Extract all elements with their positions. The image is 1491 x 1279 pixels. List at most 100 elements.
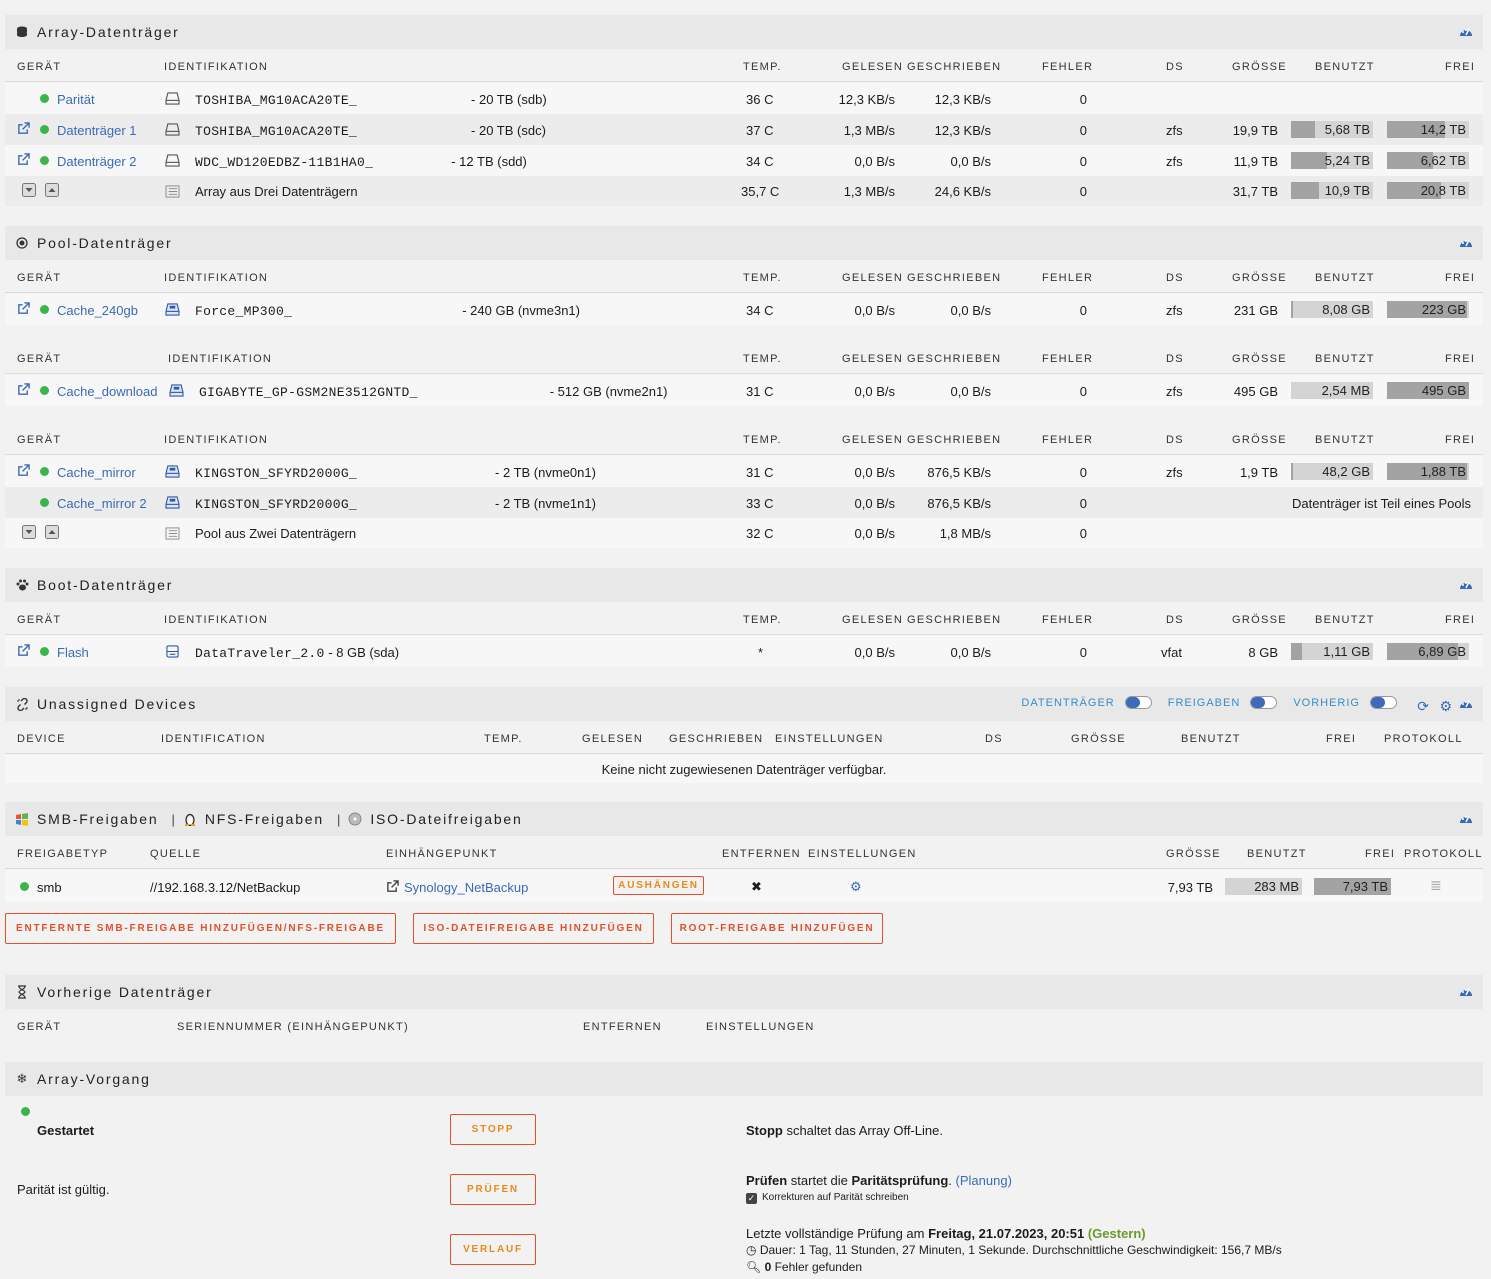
collapse-icon[interactable] — [22, 525, 36, 539]
collapse-icon[interactable] — [22, 183, 36, 197]
external-link-icon[interactable] — [17, 464, 30, 477]
ssd-icon — [165, 496, 180, 509]
history-button[interactable]: VERLAUF — [450, 1234, 536, 1265]
used-bar: 2,54 MB — [1291, 382, 1373, 399]
boot-table-header: GERÄT IDENTIFIKATION TEMP. GELESEN GESCH… — [5, 604, 1483, 635]
identification: Force_MP300_ - 240 GB (nvme3n1) — [195, 303, 580, 319]
array-summary-row: Array aus Drei Datenträgern 35,7 C 1,3 M… — [5, 176, 1483, 206]
table-row: Cache_download GIGABYTE_GP-GSM2NE3512GNT… — [5, 375, 1483, 406]
ssd-icon — [165, 303, 180, 316]
status-dot — [40, 125, 49, 134]
disc-icon — [348, 812, 362, 826]
status-dot — [21, 1107, 30, 1116]
dashboard-icon[interactable] — [1459, 697, 1473, 709]
device-link[interactable]: Cache_240gb — [57, 303, 138, 318]
status-dot — [40, 94, 49, 103]
unassigned-section-title: Unassigned Devices DATENTRÄGER FREIGABEN… — [5, 687, 1483, 721]
device-link[interactable]: Flash — [57, 645, 89, 660]
add-iso-share-button[interactable]: ISO-DATEIFREIGABE HINZUFÜGEN — [413, 913, 654, 944]
log-icon[interactable]: ≣ — [1430, 877, 1442, 894]
external-link-icon[interactable] — [17, 302, 30, 315]
previous-section-title: Vorherige Datenträger — [5, 975, 1483, 1009]
expand-icon[interactable] — [45, 525, 59, 539]
pool-table-header: GERÄT IDENTIFIKATION TEMP. GELESEN GESCH… — [5, 262, 1483, 293]
unmount-button[interactable]: AUSHÄNGEN — [613, 876, 704, 895]
status-dot — [20, 882, 29, 891]
external-link-icon[interactable] — [17, 122, 30, 135]
list-icon — [165, 527, 180, 540]
dashboard-icon[interactable] — [1459, 985, 1473, 997]
array-section-title: Array-Datenträger — [5, 15, 1483, 49]
used-bar: 283 MB — [1225, 878, 1302, 895]
shares-table-header: FREIGABETYP QUELLE EINHÄNGEPUNKT ENTFERN… — [5, 838, 1483, 869]
external-link-icon[interactable] — [17, 153, 30, 166]
dashboard-icon[interactable] — [1459, 578, 1473, 590]
hourglass-icon — [15, 985, 29, 999]
ssd-icon — [169, 384, 184, 397]
remove-icon[interactable]: ✖ — [751, 879, 762, 895]
previous-table-header: GERÄT SERIENNUMMER (EINHÄNGEPUNKT) ENTFE… — [5, 1011, 1483, 1042]
pool-table-header: GERÄT IDENTIFIKATION TEMP. GELESEN GESCH… — [5, 343, 1483, 374]
pool-summary-row: Pool aus Zwei Datenträgern 32 C 0,0 B/s … — [5, 518, 1483, 548]
dashboard-icon[interactable] — [1459, 236, 1473, 248]
array-title: Array-Datenträger — [37, 24, 180, 40]
free-bar: 1,88 TB — [1387, 463, 1469, 480]
toggle-disks[interactable] — [1124, 696, 1152, 709]
device-link[interactable]: Datenträger 1 — [57, 123, 137, 138]
table-row: Datenträger 1 TOSHIBA_MG10ACA20TE_ - 20 T… — [5, 114, 1483, 145]
dashboard-icon[interactable] — [1459, 812, 1473, 824]
identification: WDC_WD120EDBZ-11B1HA0_ - 12 TB (sdd) — [195, 154, 527, 170]
table-row: Datenträger 2 WDC_WD120EDBZ-11B1HA0_ - 12… — [5, 145, 1483, 176]
operation-section-title: ❄ Array-Vorgang — [5, 1062, 1483, 1096]
status-dot — [40, 647, 49, 656]
identification: TOSHIBA_MG10ACA20TE_ - 20 TB (sdb) — [195, 92, 547, 108]
array-table-header: GERÄT IDENTIFIKATION TEMP. GELESEN GESCH… — [5, 51, 1483, 82]
mount-link[interactable]: Synology_NetBackup — [404, 880, 528, 895]
table-row: Parität TOSHIBA_MG10ACA20TE_ - 20 TB (sdb… — [5, 83, 1483, 114]
external-link-icon[interactable] — [17, 383, 30, 396]
add-root-share-button[interactable]: ROOT-FREIGABE HINZUFÜGEN — [671, 913, 883, 944]
add-remote-share-button[interactable]: ENTFERNTE SMB-FREIGABE HINZUFÜGEN/NFS-FR… — [5, 913, 396, 944]
free-bar: 20,8 TB — [1387, 182, 1469, 199]
refresh-icon[interactable]: ⟳ — [1417, 698, 1429, 715]
expand-icon[interactable] — [45, 183, 59, 197]
check-button[interactable]: PRÜFEN — [450, 1174, 536, 1205]
identification: TOSHIBA_MG10ACA20TE_ - 20 TB (sdc) — [195, 123, 546, 139]
free-bar: 6,62 TB — [1387, 152, 1469, 169]
hdd-icon — [165, 154, 180, 167]
table-row: smb //192.168.3.12/NetBackup Synology_Ne… — [5, 870, 1483, 902]
used-bar: 10,9 TB — [1291, 182, 1373, 199]
device-link[interactable]: Cache_mirror 2 — [57, 496, 147, 511]
hdd-icon — [165, 123, 180, 136]
planning-link[interactable]: (Planung) — [956, 1173, 1012, 1188]
stop-button[interactable]: STOPP — [450, 1114, 536, 1145]
table-row: Cache_mirror KINGSTON_SFYRD2000G_ - 2 TB … — [5, 456, 1483, 487]
windows-icon — [15, 812, 29, 826]
unassigned-toggles: DATENTRÄGER FREIGABEN VORHERIG — [1021, 696, 1403, 709]
device-link[interactable]: Cache_mirror — [57, 465, 136, 480]
external-link-icon[interactable] — [386, 880, 399, 893]
ssd-icon — [165, 465, 180, 478]
dashboard-icon[interactable] — [1459, 25, 1473, 37]
used-bar: 1,11 GB — [1291, 643, 1373, 660]
gear-icon[interactable]: ⚙ — [1439, 698, 1452, 715]
parity-correction-checkbox[interactable]: ✓ Korrekturen auf Parität schreiben — [746, 1192, 909, 1204]
table-row: Flash DataTraveler_2.0 - 8 GB (sda) * 0,… — [5, 636, 1483, 667]
settings-gears-icon[interactable]: ⚙ — [850, 879, 862, 895]
device-link[interactable]: Cache_download — [57, 384, 157, 399]
free-bar: 495 GB — [1387, 382, 1469, 399]
pool-table-header: GERÄT IDENTIFIKATION TEMP. GELESEN GESCH… — [5, 424, 1483, 455]
used-bar: 5,68 TB — [1291, 121, 1373, 138]
list-icon — [165, 185, 180, 198]
free-bar: 6,89 GB — [1387, 643, 1469, 660]
search-icon: 🔍︎ — [746, 1260, 762, 1274]
device-link[interactable]: Parität — [57, 92, 95, 107]
identification: DataTraveler_2.0 - 8 GB (sda) — [195, 645, 400, 661]
paw-icon — [15, 579, 29, 591]
linux-icon — [183, 812, 197, 826]
external-link-icon[interactable] — [17, 644, 30, 657]
boot-section-title: Boot-Datenträger — [5, 568, 1483, 602]
device-link[interactable]: Datenträger 2 — [57, 154, 137, 169]
toggle-historical[interactable] — [1370, 696, 1397, 709]
toggle-shares[interactable] — [1250, 696, 1278, 709]
